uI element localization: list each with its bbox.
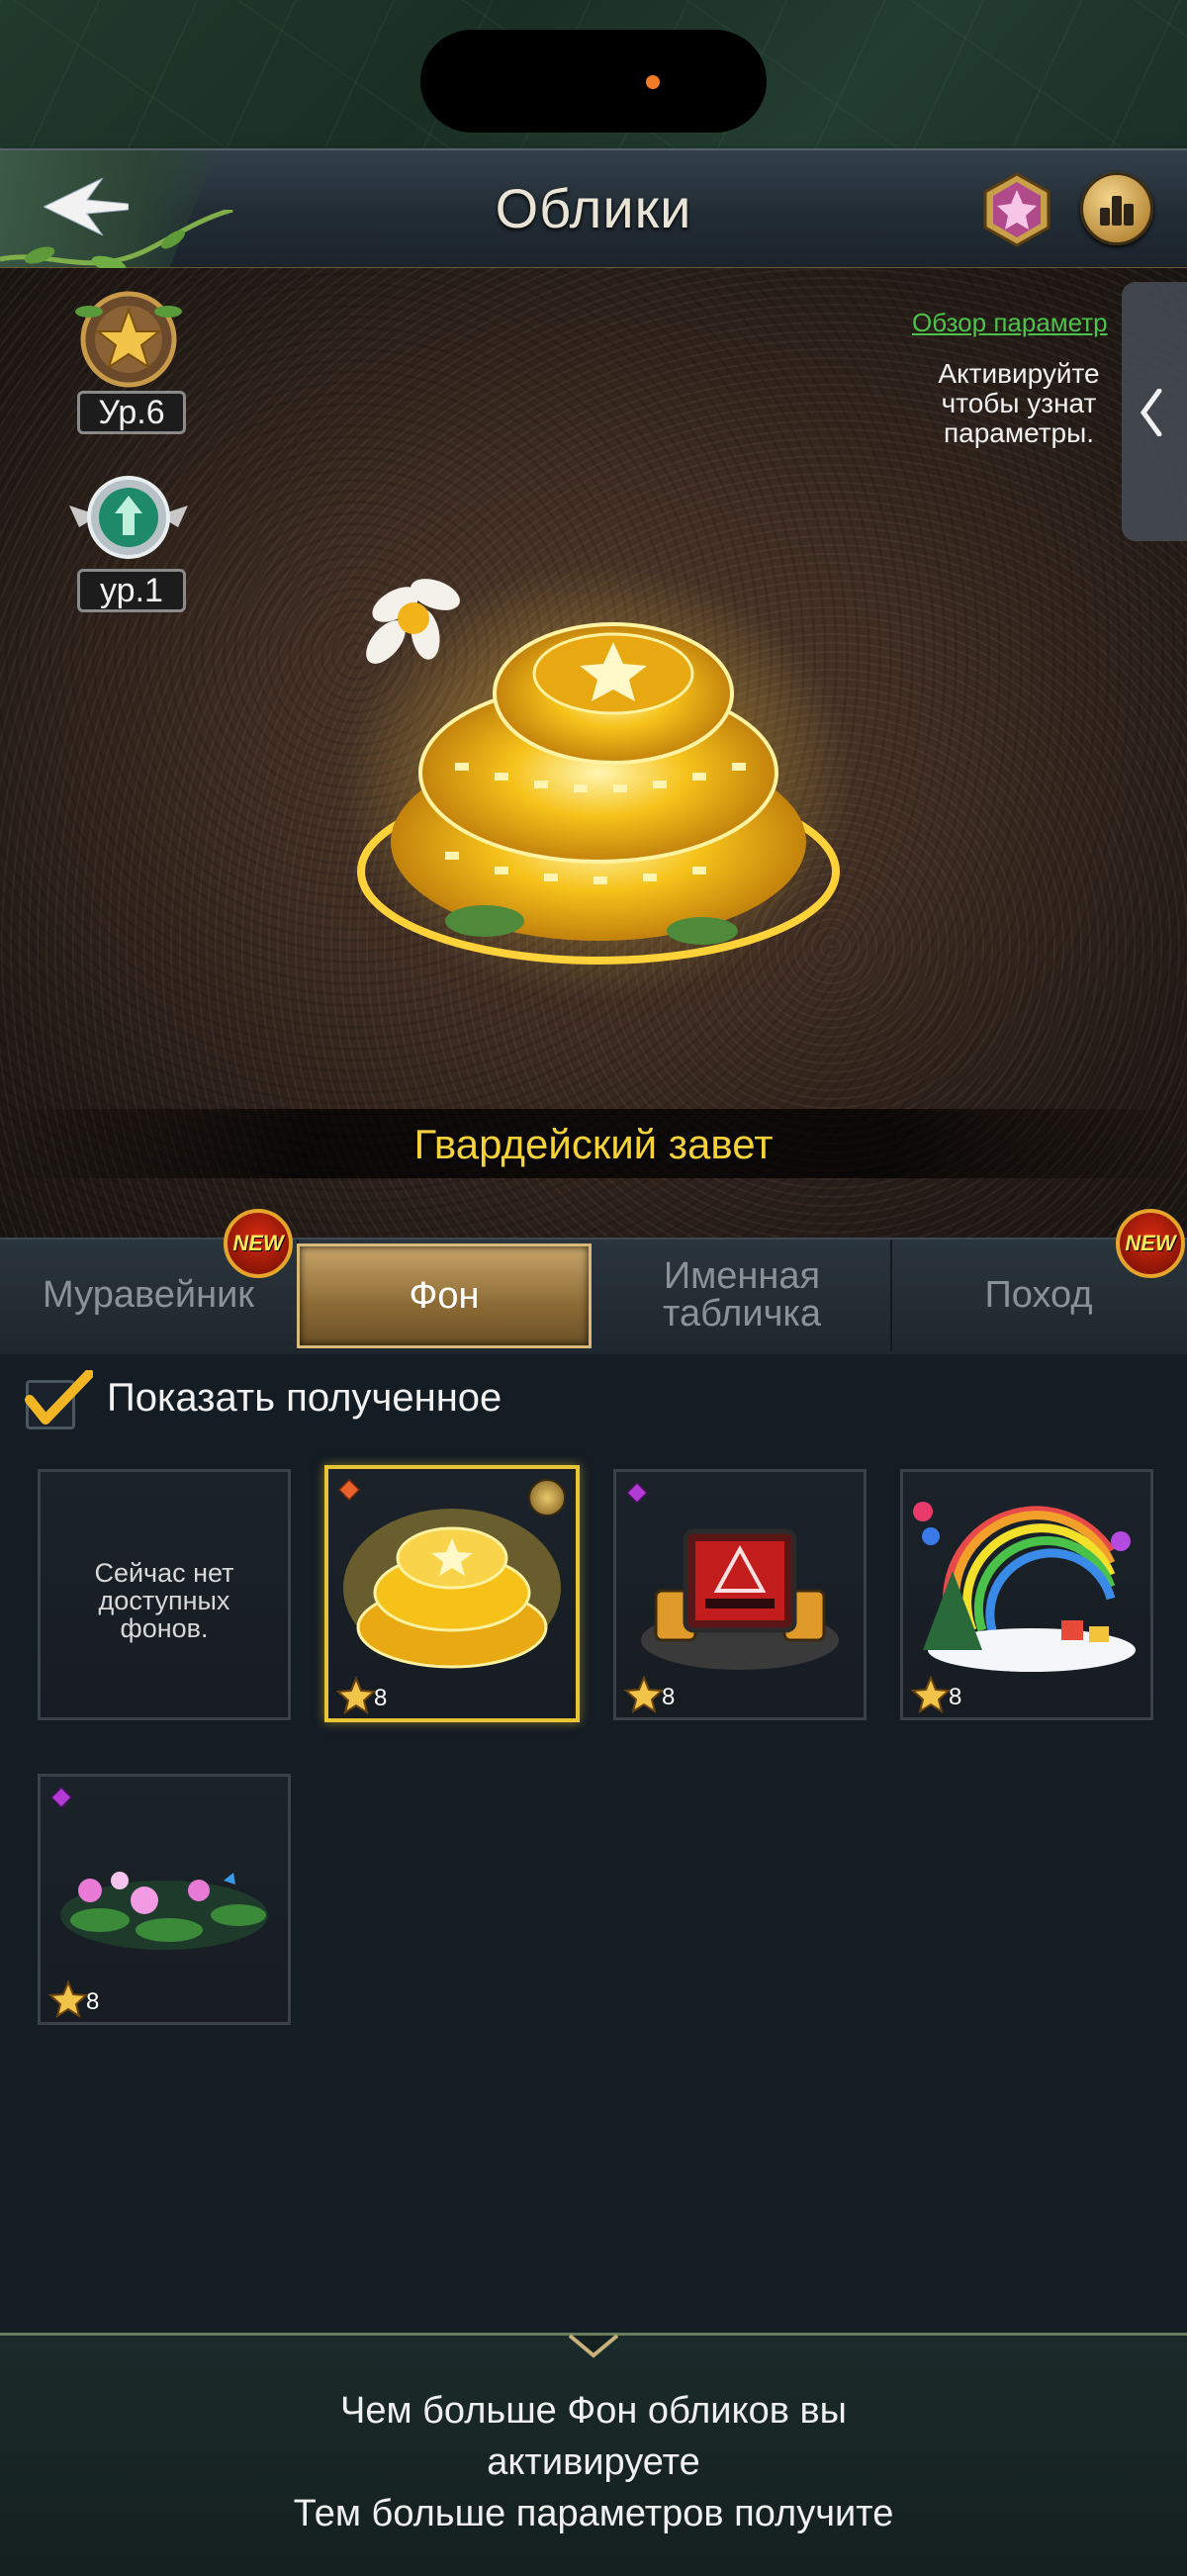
header-bar: Облики	[0, 148, 1187, 273]
green-crest-medal-icon	[69, 476, 188, 559]
skin-name-bar: Гвардейский завет	[0, 1109, 1187, 1178]
camera-notch	[420, 30, 767, 133]
skin-thumbnail-energy-warning	[641, 1528, 839, 1670]
star-icon	[624, 1676, 664, 1713]
skin-name: Гвардейский завет	[413, 1121, 774, 1167]
camera-indicator-dot	[646, 75, 660, 89]
gem-crest-icon[interactable]	[979, 172, 1054, 247]
level-badge-anthill[interactable]: Ур.6	[59, 288, 198, 434]
chevron-down-icon	[568, 2334, 619, 2358]
skin-thumbnail-lotus-pond	[60, 1872, 268, 1950]
star-count: 8	[949, 1684, 962, 1710]
star-icon	[336, 1677, 376, 1714]
tab-label: Поход	[984, 1274, 1093, 1316]
skin-card[interactable]: 8	[324, 1465, 580, 1722]
level-label: ур.1	[77, 569, 186, 612]
level-label: Ур.6	[77, 391, 186, 434]
level-badge-crest[interactable]: ур.1	[59, 466, 198, 612]
rarity-purple-gem-icon	[50, 1787, 72, 1808]
skin-thumbnail-rainbow-christmas	[913, 1502, 1136, 1672]
skin-preview: Ур.6 ур.1 Обзор параметр Активируйте что…	[0, 268, 1187, 1238]
rarity-purple-gem-icon	[626, 1482, 648, 1504]
ranking-button[interactable]	[1080, 172, 1153, 245]
skin-showcase-image	[341, 565, 851, 1000]
activate-hint-text: Активируйте чтобы узнат параметры.	[938, 359, 1100, 448]
stats-overview-link[interactable]: Обзор параметр	[912, 308, 1130, 338]
tab-label: Муравейник	[43, 1274, 254, 1316]
tab-label: Именная табличка	[663, 1255, 821, 1334]
footer-hint-text: Чем больше Фон обликов вы активируете Те…	[293, 2390, 894, 2534]
tab-nameplate[interactable]: Именная табличка	[594, 1240, 892, 1350]
show-obtained-label: Показать полученное	[107, 1376, 502, 1420]
rarity-orange-gem-icon	[338, 1479, 360, 1501]
star-medal-icon	[75, 291, 182, 388]
checkmark-icon	[25, 1370, 93, 1425]
show-obtained-checkbox[interactable]	[24, 1370, 93, 1429]
empty-slot-text: Сейчас нет доступных фонов.	[94, 1558, 234, 1643]
skin-card[interactable]: 8	[38, 1774, 291, 2025]
skins-grid: Сейчас нет доступных фонов. 8 8 8 8	[0, 1439, 1187, 2330]
side-panel-toggle[interactable]	[1122, 282, 1187, 541]
star-icon	[911, 1676, 951, 1713]
tab-label: Фон	[409, 1275, 480, 1317]
rank-bar-icon	[1100, 208, 1110, 226]
skin-card[interactable]: 8	[900, 1469, 1153, 1720]
equipped-icon	[528, 1479, 566, 1517]
status-bar-area	[0, 0, 1187, 148]
tab-background[interactable]: Фон	[297, 1243, 592, 1348]
new-badge: NEW	[224, 1209, 293, 1278]
star-count: 8	[662, 1684, 676, 1710]
chevron-left-icon	[1140, 389, 1162, 436]
new-badge: NEW	[1116, 1209, 1185, 1278]
star-count: 8	[86, 1988, 100, 2015]
skin-card[interactable]: 8	[613, 1469, 867, 1720]
footer-hint: Чем больше Фон обликов вы активируете Те…	[0, 2333, 1187, 2576]
rank-bar-icon	[1124, 204, 1134, 226]
empty-slot: Сейчас нет доступных фонов.	[38, 1469, 291, 1720]
star-icon	[48, 1980, 88, 2018]
star-count: 8	[374, 1685, 388, 1711]
category-tabs: Муравейник Фон Именная табличка Поход	[0, 1238, 1187, 1354]
rank-bar-icon	[1112, 196, 1122, 226]
